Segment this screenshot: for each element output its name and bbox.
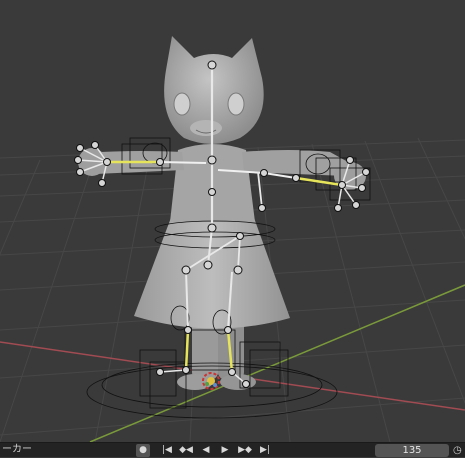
clock-icon[interactable]: ◷ bbox=[453, 444, 465, 457]
jump-end-icon: ▶| bbox=[260, 445, 270, 455]
keyframe-icon: ● bbox=[139, 445, 147, 455]
jump-to-end-button[interactable]: ▶| bbox=[258, 444, 272, 457]
character-model[interactable] bbox=[78, 36, 366, 390]
prev-keyframe-icon: ◆◀ bbox=[179, 445, 193, 455]
keyframe-dot-button[interactable]: ● bbox=[136, 444, 150, 457]
next-keyframe-button[interactable]: ▶◆ bbox=[238, 444, 252, 457]
play-button[interactable]: ▶ bbox=[218, 444, 232, 457]
marker-menu-label[interactable]: ーカー bbox=[0, 443, 32, 458]
timeline-bar: ーカー ● |◀ ◆◀ ◀ ▶ ▶◆ ▶| 135 ◷ bbox=[0, 442, 465, 457]
viewport-canvas[interactable] bbox=[0, 0, 465, 442]
play-reverse-icon: ◀ bbox=[202, 445, 210, 455]
jump-to-start-button[interactable]: |◀ bbox=[160, 444, 174, 457]
3d-viewport[interactable] bbox=[0, 0, 465, 442]
next-keyframe-icon: ▶◆ bbox=[238, 445, 252, 455]
play-reverse-button[interactable]: ◀ bbox=[199, 444, 213, 457]
play-icon: ▶ bbox=[221, 445, 229, 455]
prev-keyframe-button[interactable]: ◆◀ bbox=[179, 444, 193, 457]
current-frame-field[interactable]: 135 bbox=[375, 444, 449, 457]
jump-start-icon: |◀ bbox=[162, 445, 172, 455]
